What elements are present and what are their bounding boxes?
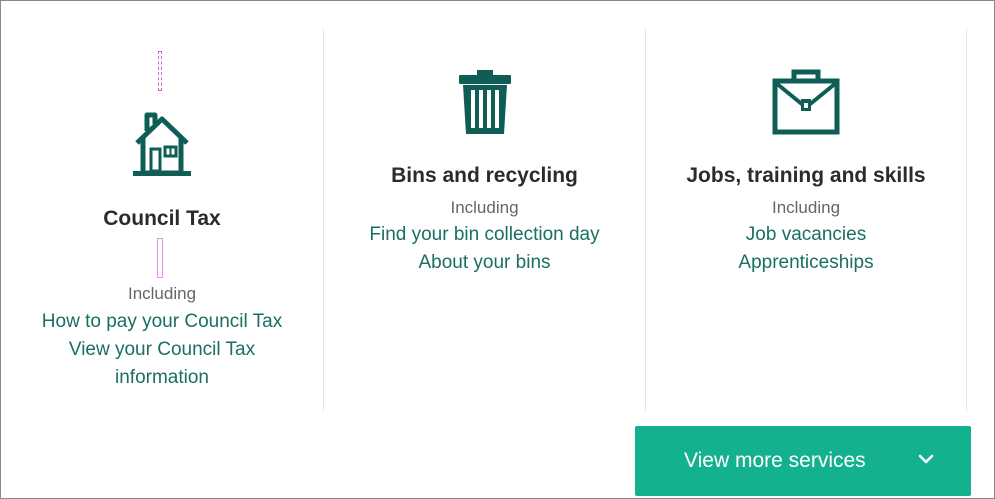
house-icon [133,112,191,176]
focus-marker [158,51,162,91]
service-title: Council Tax [103,207,221,230]
view-more-label: View more services [684,449,866,472]
chevron-down-icon [918,454,934,464]
link-bin-collection-day[interactable]: Find your bin collection day [324,221,645,249]
link-view-council-tax-2[interactable]: information [1,364,323,392]
focus-marker [157,238,163,278]
service-title: Bins and recycling [391,164,578,187]
link-about-bins[interactable]: About your bins [324,249,645,277]
briefcase-icon [772,69,840,135]
including-label: Including [127,284,197,303]
services-panel: Council Tax Including How to pay your Co… [0,0,995,499]
service-card-bins: Bins and recycling Including Find your b… [323,29,645,411]
link-view-council-tax-1[interactable]: View your Council Tax [1,336,323,364]
bin-icon [458,70,511,134]
link-pay-council-tax[interactable]: How to pay your Council Tax [1,308,323,336]
link-job-vacancies[interactable]: Job vacancies [646,221,966,249]
service-card-jobs: Jobs, training and skills Including Job … [645,29,967,411]
service-card-council-tax: Council Tax Including How to pay your Co… [1,29,323,411]
including-label: Including [450,198,519,217]
including-label: Including [771,198,841,217]
view-more-services-button[interactable]: View more services [635,426,971,496]
link-apprenticeships[interactable]: Apprenticeships [646,249,966,277]
service-title: Jobs, training and skills [686,164,926,187]
